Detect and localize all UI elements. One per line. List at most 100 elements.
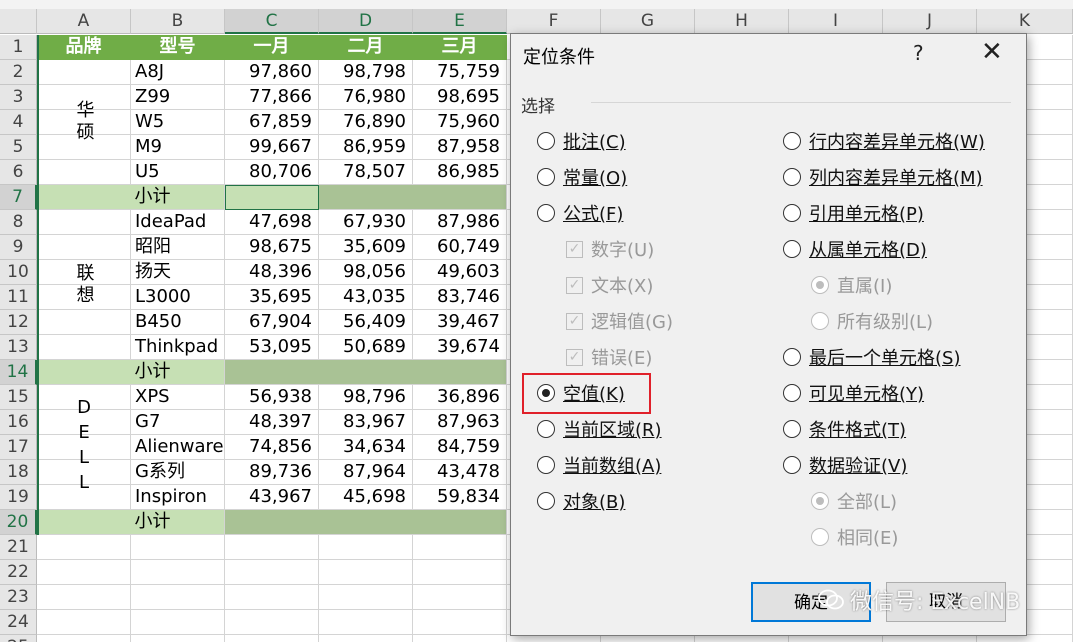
column-header-H[interactable]: H <box>695 9 789 34</box>
model-cell[interactable]: L3000 <box>131 285 225 310</box>
option-left2-1[interactable]: 当前区域(R) <box>537 416 662 442</box>
row-header-8[interactable]: 8 <box>0 210 37 235</box>
option-right2-1[interactable]: 可见单元格(Y) <box>783 380 924 406</box>
radio-button[interactable] <box>783 240 801 258</box>
grid-cell[interactable] <box>319 635 413 642</box>
value-cell[interactable]: 67,859 <box>225 110 319 135</box>
row-header-2[interactable]: 2 <box>0 60 37 85</box>
model-cell[interactable]: 昭阳 <box>131 235 225 260</box>
value-cell[interactable]: 87,964 <box>319 460 413 485</box>
row-header-16[interactable]: 16 <box>0 410 37 435</box>
column-header-C[interactable]: C <box>225 9 319 34</box>
value-cell[interactable]: 98,798 <box>319 60 413 85</box>
value-cell[interactable]: 84,759 <box>413 435 507 460</box>
radio-button[interactable] <box>783 204 801 222</box>
grid-cell[interactable] <box>37 610 131 635</box>
grid-cell[interactable] <box>131 585 225 610</box>
option-right-0[interactable]: 行内容差异单元格(W) <box>783 128 985 154</box>
value-cell[interactable]: 87,958 <box>413 135 507 160</box>
column-header-K[interactable]: K <box>977 9 1073 34</box>
radio-button[interactable] <box>537 132 555 150</box>
row-header-5[interactable]: 5 <box>0 135 37 160</box>
model-cell[interactable]: 扬天 <box>131 260 225 285</box>
value-cell[interactable]: 86,985 <box>413 160 507 185</box>
row-header-22[interactable]: 22 <box>0 560 37 585</box>
subtotal-label[interactable]: 小计 <box>37 510 225 535</box>
option-left-0[interactable]: 批注(C) <box>537 128 626 154</box>
value-cell[interactable]: 76,980 <box>319 85 413 110</box>
column-header-D[interactable]: D <box>319 9 413 34</box>
column-header-B[interactable]: B <box>131 9 225 34</box>
grid-cell[interactable] <box>37 635 131 642</box>
row-header-19[interactable]: 19 <box>0 485 37 510</box>
value-cell[interactable]: 67,904 <box>225 310 319 335</box>
value-cell[interactable]: 98,695 <box>413 85 507 110</box>
value-cell[interactable]: 87,986 <box>413 210 507 235</box>
value-cell[interactable]: 78,507 <box>319 160 413 185</box>
grid-cell[interactable] <box>413 535 507 560</box>
option-right-1[interactable]: 列内容差异单元格(M) <box>783 164 983 190</box>
grid-cell[interactable] <box>413 585 507 610</box>
value-cell[interactable]: 43,035 <box>319 285 413 310</box>
value-cell[interactable]: 56,938 <box>225 385 319 410</box>
header-cell[interactable]: 一月 <box>225 35 319 60</box>
value-cell[interactable]: 53,095 <box>225 335 319 360</box>
value-cell[interactable]: 43,478 <box>413 460 507 485</box>
value-cell[interactable]: 39,674 <box>413 335 507 360</box>
model-cell[interactable]: A8J <box>131 60 225 85</box>
grid-cell[interactable] <box>131 560 225 585</box>
value-cell[interactable]: 48,396 <box>225 260 319 285</box>
radio-button[interactable] <box>783 384 801 402</box>
select-all-corner[interactable] <box>0 9 37 34</box>
value-cell[interactable]: 77,866 <box>225 85 319 110</box>
grid-cell[interactable] <box>413 610 507 635</box>
header-cell[interactable]: 品牌 <box>37 35 131 60</box>
value-cell[interactable]: 59,834 <box>413 485 507 510</box>
row-header-21[interactable]: 21 <box>0 535 37 560</box>
radio-button[interactable] <box>783 348 801 366</box>
value-cell[interactable]: 98,796 <box>319 385 413 410</box>
value-cell[interactable]: 34,634 <box>319 435 413 460</box>
option-left-2[interactable]: 公式(F) <box>537 200 623 226</box>
row-header-1[interactable]: 1 <box>0 35 37 60</box>
grid-cell[interactable] <box>413 560 507 585</box>
grid-cell[interactable] <box>131 535 225 560</box>
value-cell[interactable]: 89,736 <box>225 460 319 485</box>
grid-cell[interactable] <box>695 635 789 642</box>
option-right-2[interactable]: 引用单元格(P) <box>783 200 924 226</box>
row-header-11[interactable]: 11 <box>0 285 37 310</box>
grid-cell[interactable] <box>319 535 413 560</box>
row-header-3[interactable]: 3 <box>0 85 37 110</box>
column-header-A[interactable]: A <box>37 9 131 34</box>
grid-cell[interactable] <box>225 635 319 642</box>
model-cell[interactable]: Alienware <box>131 435 225 460</box>
model-cell[interactable]: IdeaPad <box>131 210 225 235</box>
value-cell[interactable]: 75,960 <box>413 110 507 135</box>
model-cell[interactable]: XPS <box>131 385 225 410</box>
value-cell[interactable]: 98,056 <box>319 260 413 285</box>
row-header-6[interactable]: 6 <box>0 160 37 185</box>
grid-cell[interactable] <box>413 635 507 642</box>
header-cell[interactable]: 二月 <box>319 35 413 60</box>
option-right-3[interactable]: 从属单元格(D) <box>783 236 927 262</box>
radio-button[interactable] <box>537 168 555 186</box>
grid-cell[interactable] <box>37 535 131 560</box>
value-cell[interactable]: 99,667 <box>225 135 319 160</box>
model-cell[interactable]: Z99 <box>131 85 225 110</box>
value-cell[interactable]: 56,409 <box>319 310 413 335</box>
subtotal-label[interactable]: 小计 <box>37 360 225 385</box>
column-header-E[interactable]: E <box>413 9 507 34</box>
row-header-12[interactable]: 12 <box>0 310 37 335</box>
row-header-15[interactable]: 15 <box>0 385 37 410</box>
value-cell[interactable]: 47,698 <box>225 210 319 235</box>
value-cell[interactable]: 43,967 <box>225 485 319 510</box>
row-header-10[interactable]: 10 <box>0 260 37 285</box>
model-cell[interactable]: G7 <box>131 410 225 435</box>
column-header-F[interactable]: F <box>507 9 601 34</box>
grid-cell[interactable] <box>883 635 977 642</box>
radio-button[interactable] <box>537 456 555 474</box>
header-cell[interactable]: 三月 <box>413 35 507 60</box>
row-header-18[interactable]: 18 <box>0 460 37 485</box>
value-cell[interactable]: 87,963 <box>413 410 507 435</box>
radio-button[interactable] <box>783 456 801 474</box>
